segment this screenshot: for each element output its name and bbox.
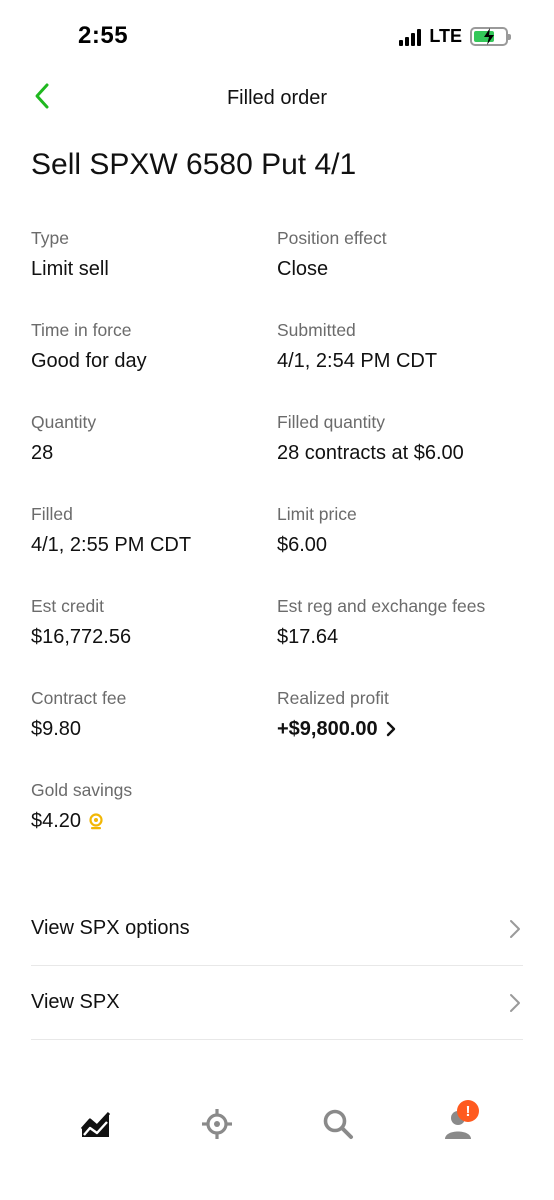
- chevron-right-icon: [510, 920, 520, 938]
- detail-realized-profit[interactable]: Realized profit +$9,800.00: [277, 688, 396, 741]
- detail-row: Quantity 28 Filled quantity 28 contracts…: [31, 412, 531, 504]
- detail-label: Type: [31, 228, 69, 248]
- detail-gold-savings: Gold savings $4.20: [31, 780, 132, 833]
- detail-value: $16,772.56: [31, 626, 132, 648]
- status-time: 2:55: [78, 22, 129, 49]
- detail-est-fees: Est reg and exchange fees $17.64: [277, 596, 485, 649]
- detail-label: Est reg and exchange fees: [277, 596, 486, 616]
- detail-label: Est credit: [31, 596, 104, 616]
- detail-value: $17.64: [277, 626, 339, 648]
- detail-value: 28 contracts at $6.00: [277, 442, 464, 464]
- detail-label: Submitted: [277, 320, 356, 340]
- detail-label: Filled quantity: [277, 412, 385, 432]
- detail-value: Close: [277, 258, 329, 280]
- signal-icon: [399, 28, 422, 46]
- link-label: View SPX: [31, 991, 120, 1013]
- related-links: View SPX options View SPX: [31, 892, 523, 1040]
- detail-label: Filled: [31, 504, 73, 524]
- detail-label: Contract fee: [31, 688, 127, 708]
- gold-icon: [89, 813, 103, 830]
- detail-quantity: Quantity 28: [31, 412, 96, 465]
- chevron-right-icon: [386, 721, 395, 737]
- tab-home[interactable]: [72, 1100, 120, 1148]
- detail-limit-price: Limit price $6.00: [277, 504, 357, 557]
- detail-value: 4/1, 2:55 PM CDT: [31, 534, 192, 556]
- detail-label: Quantity: [31, 412, 97, 432]
- detail-label: Time in force: [31, 320, 132, 340]
- link-label: View SPX options: [31, 917, 190, 939]
- detail-row: Type Limit sell Position effect Close: [31, 228, 531, 320]
- detail-label: Position effect: [277, 228, 387, 248]
- status-bar: 2:55 LTE: [0, 0, 554, 76]
- realized-profit-value: +$9,800.00: [277, 718, 378, 740]
- bottom-tab-bar: !: [0, 1100, 554, 1160]
- order-title: Sell SPXW 6580 Put 4/1: [31, 148, 357, 181]
- detail-filled-quantity: Filled quantity 28 contracts at $6.00: [277, 412, 464, 465]
- detail-contract-fee: Contract fee $9.80: [31, 688, 126, 741]
- view-spx-link[interactable]: View SPX: [31, 966, 523, 1040]
- alert-badge: !: [457, 1100, 479, 1122]
- nav-title: Filled order: [226, 87, 328, 109]
- battery-icon: [470, 27, 511, 46]
- detail-row: Gold savings $4.20: [31, 780, 531, 872]
- detail-value: 4/1, 2:54 PM CDT: [277, 350, 438, 372]
- detail-position-effect: Position effect Close: [277, 228, 387, 281]
- tab-search[interactable]: [314, 1100, 362, 1148]
- detail-submitted: Submitted 4/1, 2:54 PM CDT: [277, 320, 437, 373]
- detail-value: Limit sell: [31, 258, 109, 280]
- detail-type: Type Limit sell: [31, 228, 109, 281]
- status-indicators: LTE: [399, 26, 511, 47]
- detail-est-credit: Est credit $16,772.56: [31, 596, 131, 649]
- detail-row: Contract fee $9.80 Realized profit +$9,8…: [31, 688, 531, 780]
- detail-label: Limit price: [277, 504, 357, 524]
- detail-value: Good for day: [31, 350, 147, 372]
- detail-value: $9.80: [31, 718, 82, 740]
- detail-row: Time in force Good for day Submitted 4/1…: [31, 320, 531, 412]
- detail-label: Gold savings: [31, 780, 133, 800]
- view-spx-options-link[interactable]: View SPX options: [31, 892, 523, 966]
- detail-value: 28: [31, 442, 54, 464]
- realized-profit-link[interactable]: +$9,800.00: [277, 717, 396, 741]
- detail-label: Realized profit: [277, 688, 389, 708]
- tab-browse[interactable]: [193, 1100, 241, 1148]
- detail-row: Est credit $16,772.56 Est reg and exchan…: [31, 596, 531, 688]
- navigation-bar: Filled order: [0, 76, 554, 120]
- detail-time-in-force: Time in force Good for day: [31, 320, 147, 373]
- chart-icon: [80, 1111, 111, 1137]
- detail-row: Filled 4/1, 2:55 PM CDT Limit price $6.0…: [31, 504, 531, 596]
- tab-account[interactable]: !: [434, 1100, 482, 1148]
- detail-filled: Filled 4/1, 2:55 PM CDT: [31, 504, 191, 557]
- chevron-right-icon: [510, 994, 520, 1012]
- network-label: LTE: [429, 26, 462, 46]
- search-icon: [323, 1109, 353, 1139]
- order-details: Type Limit sell Position effect Close Ti…: [31, 228, 531, 872]
- detail-value: $4.20: [31, 810, 82, 832]
- browse-icon: [202, 1109, 232, 1139]
- detail-value-wrap: $4.20: [31, 809, 132, 833]
- detail-value: $6.00: [277, 534, 328, 556]
